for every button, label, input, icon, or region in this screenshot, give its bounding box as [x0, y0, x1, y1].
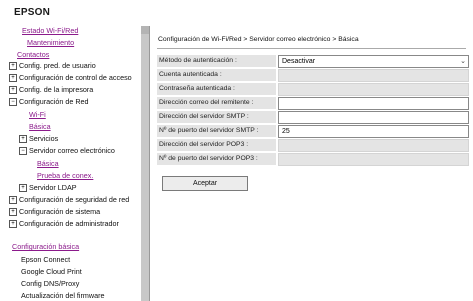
auth-password-row: Contraseña autenticada :: [157, 83, 469, 96]
expand-plus-icon[interactable]: +: [19, 184, 27, 193]
sidebar-item-firmware-update[interactable]: Actualización del firmware: [21, 291, 105, 300]
pop3-address-field: [278, 139, 469, 152]
auth-method-row: Método de autenticación : Desactivar ⌄: [157, 55, 469, 68]
breadcrumb-divider: [157, 48, 466, 49]
sidebar-item-access-control[interactable]: + Configuración de control de acceso: [9, 73, 132, 83]
main-panel: Configuración de Wi-Fi/Red > Servidor co…: [150, 26, 473, 301]
scrollbar-thumb[interactable]: [141, 26, 149, 34]
sidebar-nav: Estado Wi-Fi/Red Mantenimiento Contactos…: [0, 26, 140, 301]
sidebar-item-printer-config[interactable]: + Config. de la impresora: [9, 85, 93, 95]
collapse-minus-icon[interactable]: −: [9, 98, 17, 107]
sidebar-scrollbar[interactable]: [141, 26, 149, 301]
sidebar-item-user-default[interactable]: + Config. pred. de usuario: [9, 61, 96, 71]
expand-plus-icon[interactable]: +: [9, 74, 17, 83]
smtp-address-row: Dirección del servidor SMTP :: [157, 111, 469, 124]
sidebar-item-dns-proxy[interactable]: Config DNS/Proxy: [21, 279, 79, 288]
smtp-address-input[interactable]: [278, 111, 469, 124]
sidebar-item-basic[interactable]: Básica: [29, 122, 51, 131]
sidebar-item-contacts[interactable]: Contactos: [17, 50, 49, 59]
sidebar-item-connection-test[interactable]: Prueba de conex.: [37, 171, 93, 180]
expand-plus-icon[interactable]: +: [9, 208, 17, 217]
sidebar-item-wifi[interactable]: Wi-Fi: [29, 110, 46, 119]
expand-plus-icon[interactable]: +: [19, 135, 27, 144]
pop3-address-row: Dirección del servidor POP3 :: [157, 139, 469, 152]
pop3-port-row: Nº de puerto del servidor POP3 :: [157, 153, 469, 166]
sidebar-item-system-config[interactable]: + Configuración de sistema: [9, 207, 100, 217]
smtp-port-input[interactable]: 25: [278, 125, 469, 138]
auth-method-select[interactable]: Desactivar ⌄: [278, 55, 469, 68]
sidebar-item-basic-config[interactable]: Configuración básica: [12, 242, 79, 251]
smtp-address-label: Dirección del servidor SMTP :: [157, 111, 276, 123]
auth-account-row: Cuenta autenticada :: [157, 69, 469, 82]
sidebar-item-maintenance[interactable]: Mantenimiento: [27, 38, 74, 47]
sidebar-item-mail-basic[interactable]: Básica: [37, 159, 59, 168]
sidebar-item-epson-connect[interactable]: Epson Connect: [21, 255, 70, 264]
sender-address-label: Dirección correo del remitente :: [157, 97, 276, 109]
sidebar-item-ldap[interactable]: + Servidor LDAP: [19, 183, 77, 193]
expand-plus-icon[interactable]: +: [9, 220, 17, 229]
epson-logo: EPSON: [14, 7, 51, 18]
sidebar-item-network-config[interactable]: − Configuración de Red: [9, 97, 89, 107]
sender-address-row: Dirección correo del remitente :: [157, 97, 469, 110]
sidebar-item-status-wifi[interactable]: Estado Wi-Fi/Red: [22, 26, 78, 35]
pop3-port-label: Nº de puerto del servidor POP3 :: [157, 153, 276, 165]
chevron-down-icon: ⌄: [460, 58, 466, 65]
sidebar-item-services[interactable]: + Servicios: [19, 134, 58, 144]
expand-plus-icon[interactable]: +: [9, 196, 17, 205]
sidebar-item-google-cloud-print[interactable]: Google Cloud Print: [21, 267, 82, 276]
sidebar-item-admin-config[interactable]: + Configuración de administrador: [9, 219, 119, 229]
expand-plus-icon[interactable]: +: [9, 62, 17, 71]
sidebar-item-security-config[interactable]: + Configuración de seguridad de red: [9, 195, 129, 205]
accept-button[interactable]: Aceptar: [162, 176, 248, 191]
pop3-address-label: Dirección del servidor POP3 :: [157, 139, 276, 151]
pop3-port-field: [278, 153, 469, 166]
smtp-port-label: Nº de puerto del servidor SMTP :: [157, 125, 276, 137]
auth-account-field: [278, 69, 469, 82]
collapse-minus-icon[interactable]: −: [19, 147, 27, 156]
auth-account-label: Cuenta autenticada :: [157, 69, 276, 81]
auth-method-label: Método de autenticación :: [157, 55, 276, 67]
expand-plus-icon[interactable]: +: [9, 86, 17, 95]
auth-password-field: [278, 83, 469, 96]
auth-method-value: Desactivar: [282, 58, 316, 65]
sender-address-input[interactable]: [278, 97, 469, 110]
breadcrumb: Configuración de Wi-Fi/Red > Servidor co…: [158, 36, 359, 43]
sidebar-item-mail-server[interactable]: − Servidor correo electrónico: [19, 146, 115, 156]
auth-password-label: Contraseña autenticada :: [157, 83, 276, 95]
smtp-port-row: Nº de puerto del servidor SMTP : 25: [157, 125, 469, 138]
